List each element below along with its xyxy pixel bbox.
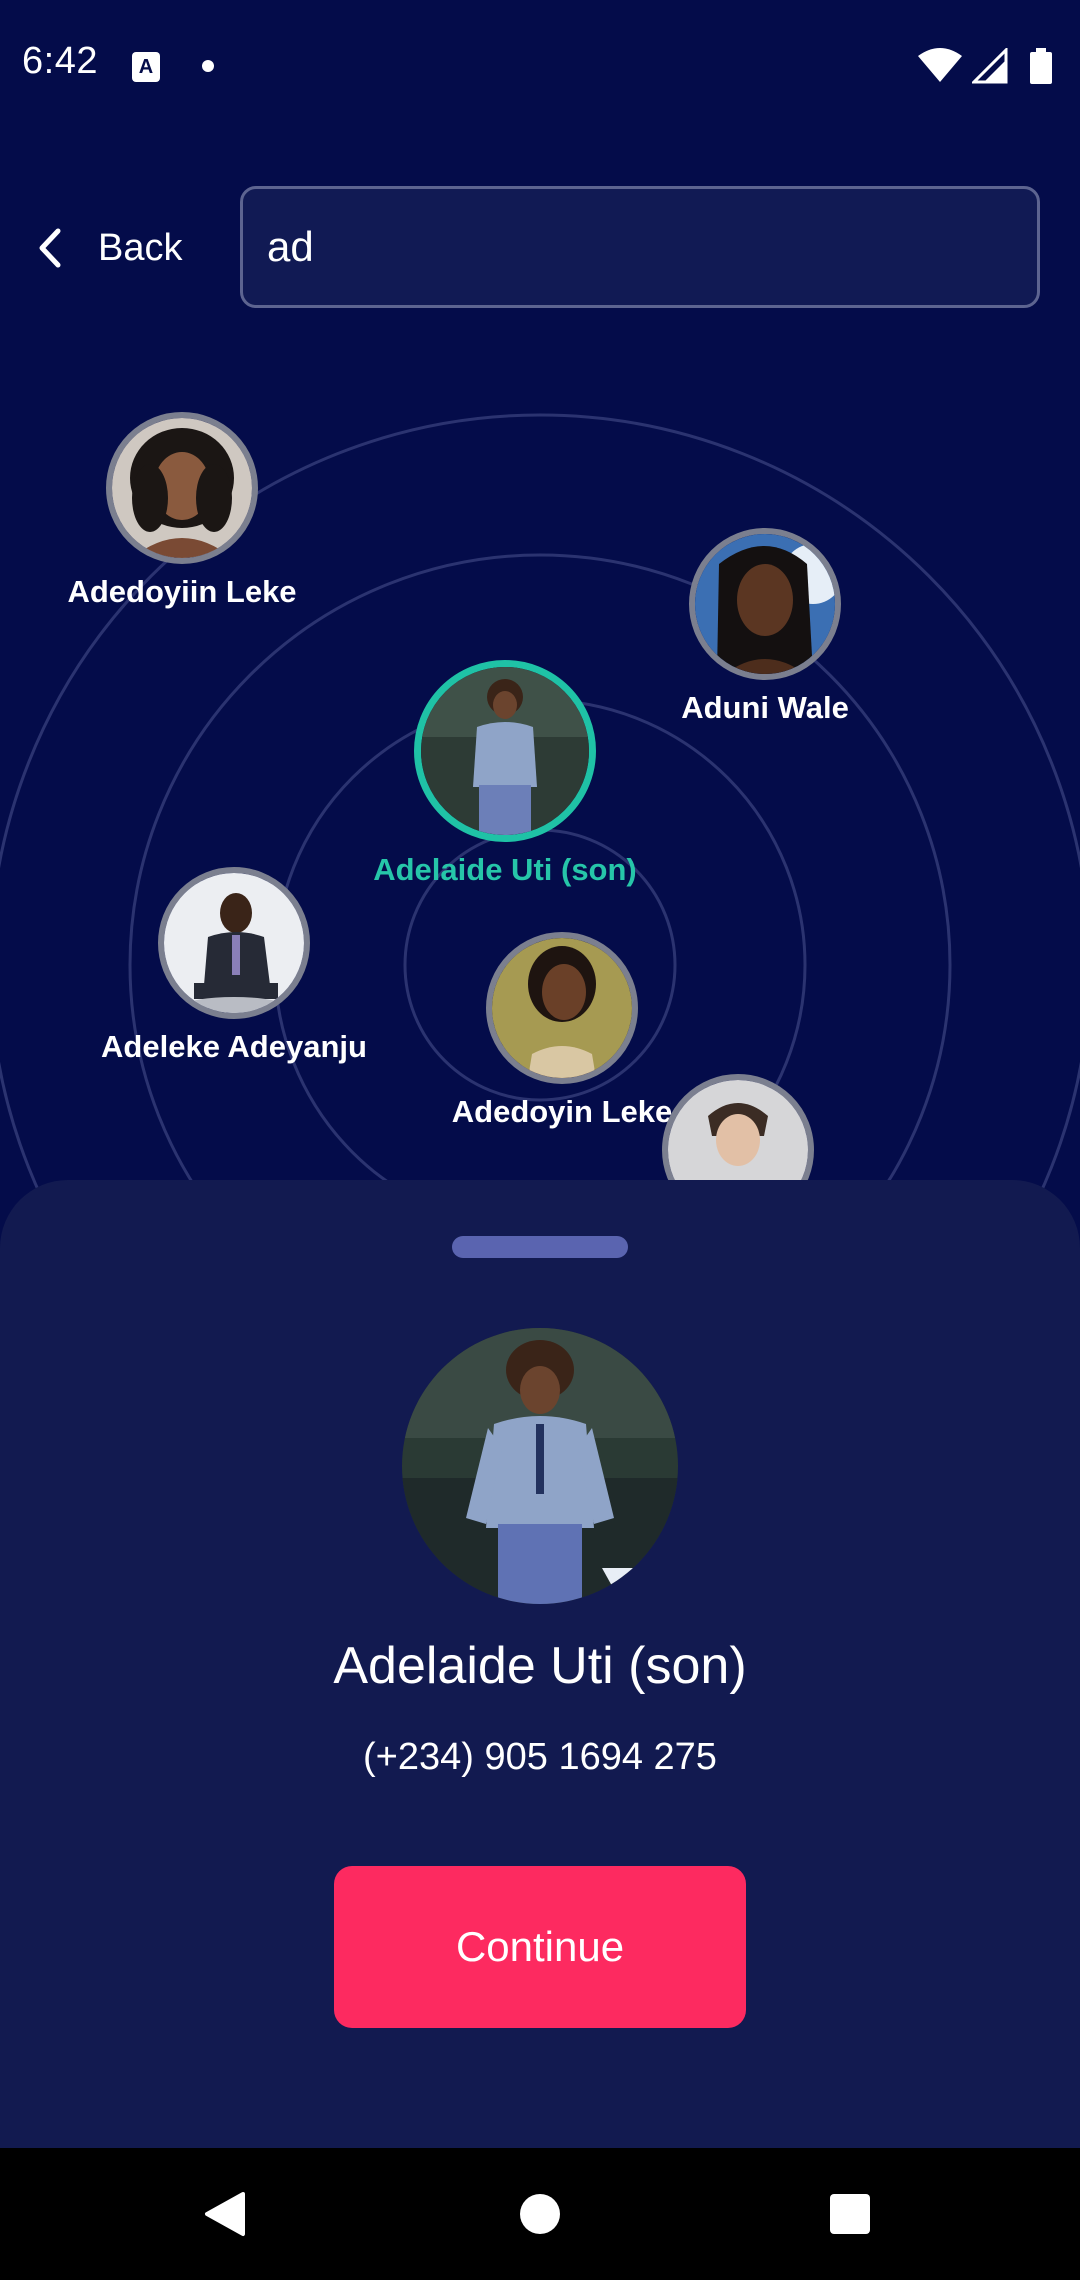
avatar: [414, 660, 596, 842]
nav-home-button[interactable]: [480, 2148, 600, 2280]
contact-detail-sheet: Adelaide Uti (son) (+234) 905 1694 275 C…: [0, 1180, 1080, 2148]
contact-picker-screen: 6:42 A Back ad Adedoyiin Leke Aduni Wale…: [0, 0, 1080, 2280]
selected-contact-phone: (+234) 905 1694 275: [363, 1736, 717, 1778]
nav-recents-button[interactable]: [790, 2148, 910, 2280]
dot-icon: [202, 60, 214, 72]
contact-adelaide-uti[interactable]: Adelaide Uti (son): [365, 660, 645, 888]
drag-handle[interactable]: [452, 1236, 628, 1258]
back-button[interactable]: Back: [30, 200, 200, 296]
nav-back-button[interactable]: [165, 2148, 285, 2280]
continue-button[interactable]: Continue: [334, 1866, 746, 2028]
avatar: [689, 528, 841, 680]
wifi-icon: [918, 48, 962, 82]
status-time: 6:42: [22, 40, 98, 82]
selected-contact-name: Adelaide Uti (son): [333, 1637, 747, 1695]
search-input[interactable]: [240, 186, 1040, 308]
contact-name: Adeleke Adeyanju: [101, 1029, 367, 1064]
selected-contact-avatar: [402, 1328, 678, 1604]
contact-radar: Adedoyiin Leke Aduni Wale Adelaide Uti (…: [0, 330, 1080, 1230]
contact-adedoyiin-leke[interactable]: Adedoyiin Leke: [62, 412, 302, 610]
avatar: [486, 932, 638, 1084]
avatar: [106, 412, 258, 564]
circle-home-icon: [520, 2194, 560, 2234]
contact-adedoyin-leke[interactable]: Adedoyin Leke: [442, 932, 682, 1130]
signal-icon: [972, 48, 1008, 84]
triangle-back-icon: [205, 2192, 245, 2236]
contact-name: Adelaide Uti (son): [373, 852, 637, 887]
system-nav-bar: [0, 2148, 1080, 2280]
battery-icon: [1030, 48, 1052, 84]
contact-name: Adedoyiin Leke: [67, 574, 297, 609]
text-notification-icon: A: [132, 52, 160, 82]
status-bar: 6:42 A: [0, 0, 1080, 130]
contact-name: Aduni Wale: [681, 690, 849, 725]
contact-aduni-wale[interactable]: Aduni Wale: [645, 528, 885, 726]
avatar: [158, 867, 310, 1019]
contact-name: Adedoyin Leke: [451, 1094, 673, 1129]
status-icons: [918, 48, 1058, 88]
contact-adeleke-adeyanju[interactable]: Adeleke Adeyanju: [84, 867, 384, 1065]
square-recents-icon: [830, 2194, 870, 2234]
chevron-left-icon: [39, 228, 61, 268]
back-label: Back: [98, 226, 183, 269]
